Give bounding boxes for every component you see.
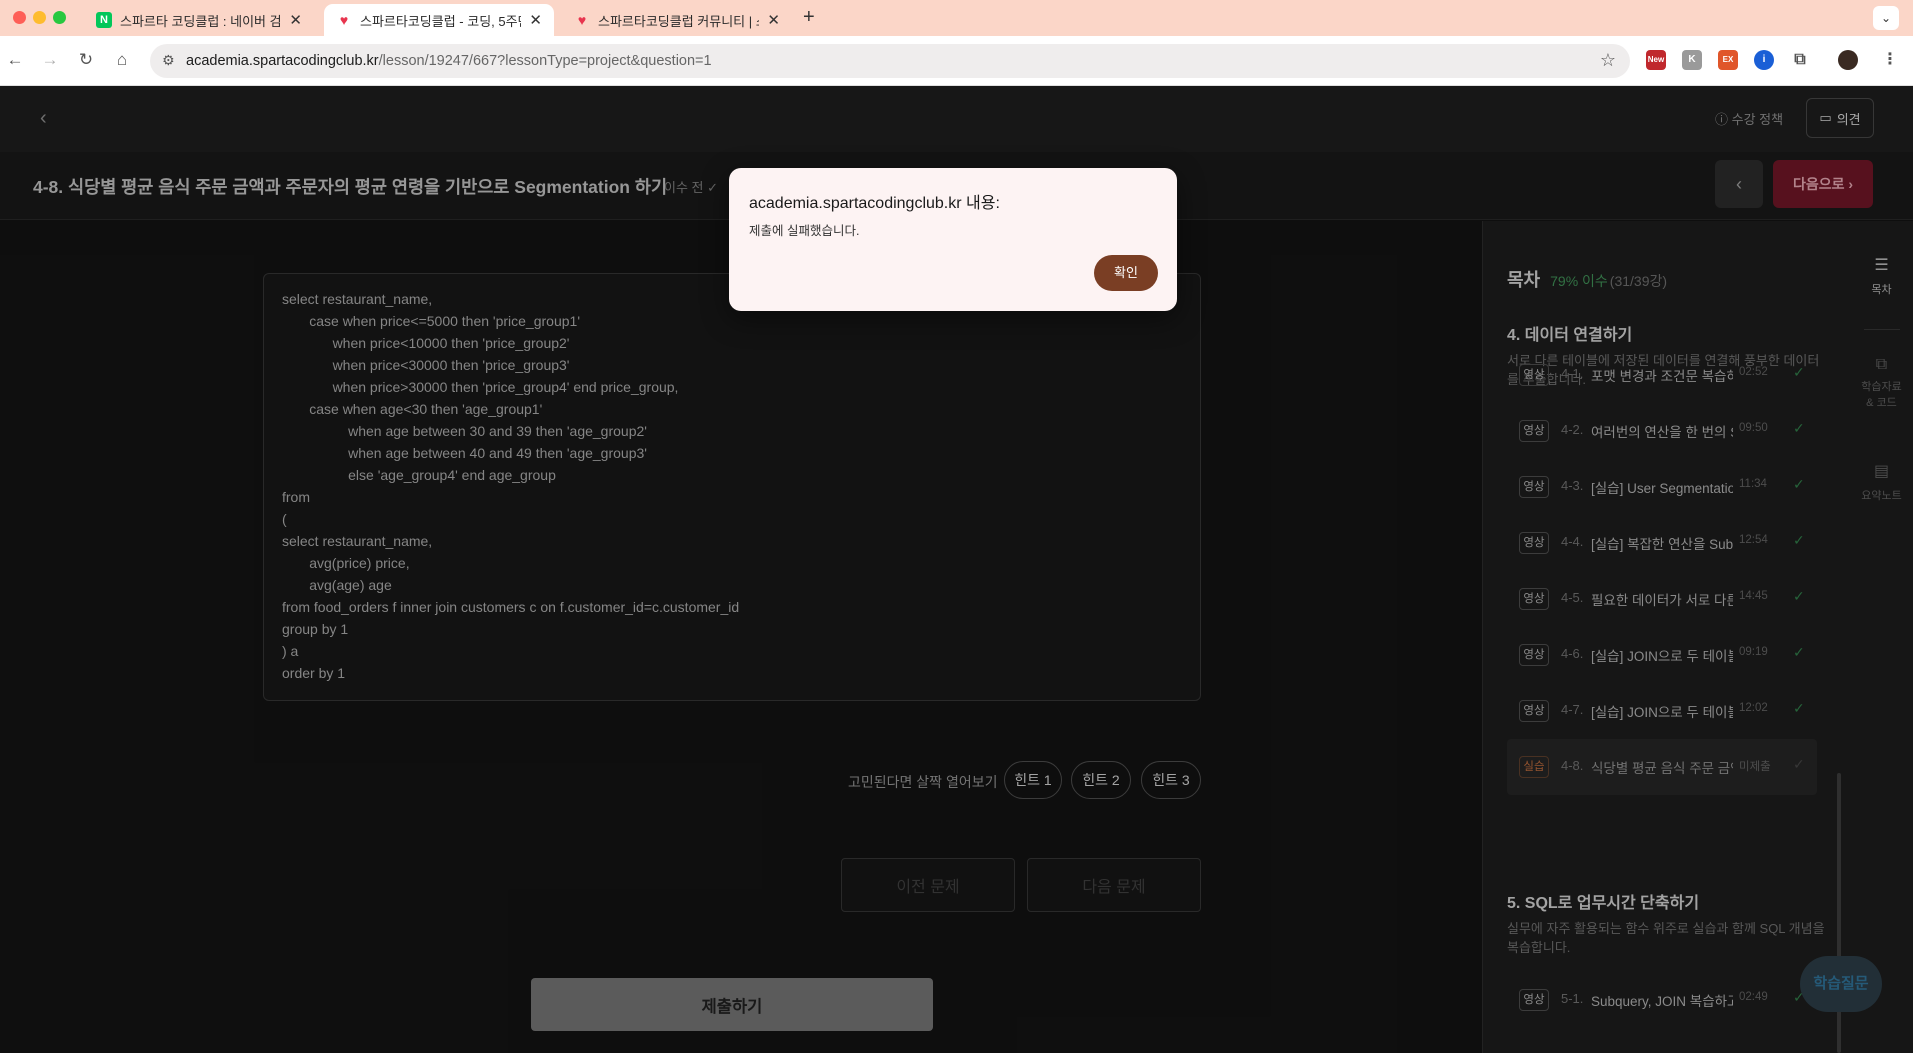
- address-bar[interactable]: ⚙ academia.spartacodingclub.kr/lesson/19…: [150, 44, 1630, 78]
- sparta-favicon-icon: ♥: [577, 12, 587, 28]
- tab-title: 스파르타 코딩클럽 : 네이버 검색: [120, 13, 282, 29]
- sparta-favicon-icon: ♥: [339, 12, 349, 28]
- extension-ex-icon[interactable]: EX: [1718, 50, 1738, 70]
- modal-overlay: academia.spartacodingclub.kr 내용: 제출에 실패했…: [0, 86, 1913, 1053]
- tab-sparta-community[interactable]: ♥ 스파르타코딩클럽 커뮤니티 | 스파르 ✕: [562, 4, 792, 36]
- close-tab-icon[interactable]: ✕: [767, 11, 780, 29]
- browser-tab-bar: N 스파르타 코딩클럽 : 네이버 검색 ✕ ♥ 스파르타코딩클럽 - 코딩, …: [0, 0, 1913, 36]
- minimize-window-icon[interactable]: [33, 11, 46, 24]
- extension-new-icon[interactable]: New: [1646, 50, 1666, 70]
- browser-menu-icon[interactable]: ⋮: [1880, 50, 1900, 70]
- tab-title: 스파르타코딩클럽 커뮤니티 | 스파르: [598, 13, 759, 29]
- dialog-title: academia.spartacodingclub.kr 내용:: [749, 195, 1000, 212]
- browser-toolbar: ← → ↻ ⌂ ⚙ academia.spartacodingclub.kr/l…: [0, 36, 1913, 86]
- site-settings-icon[interactable]: ⚙: [162, 52, 175, 69]
- tab-title: 스파르타코딩클럽 - 코딩, 5주만에: [360, 13, 521, 29]
- home-icon[interactable]: ⌂: [111, 50, 133, 70]
- confirm-button[interactable]: 확인: [1094, 255, 1158, 291]
- back-arrow-icon[interactable]: ←: [4, 50, 26, 70]
- tab-naver-search[interactable]: N 스파르타 코딩클럽 : 네이버 검색 ✕: [84, 4, 314, 36]
- close-tab-icon[interactable]: ✕: [529, 11, 542, 29]
- reload-icon[interactable]: ↻: [75, 50, 97, 70]
- bookmark-star-icon[interactable]: ☆: [1600, 50, 1616, 71]
- extension-shield-icon[interactable]: i: [1754, 50, 1774, 70]
- profile-avatar[interactable]: [1838, 50, 1858, 70]
- forward-arrow-icon[interactable]: →: [39, 50, 61, 70]
- tab-sparta-lesson[interactable]: ♥ 스파르타코딩클럽 - 코딩, 5주만에 ✕: [324, 4, 554, 36]
- new-tab-plus-icon[interactable]: +: [803, 6, 815, 29]
- dialog-message: 제출에 실패했습니다.: [749, 224, 860, 238]
- close-window-icon[interactable]: [13, 11, 26, 24]
- extension-k-icon[interactable]: K: [1682, 50, 1702, 70]
- extensions-puzzle-icon[interactable]: ⧉: [1790, 50, 1810, 70]
- url-text: academia.spartacodingclub.kr/lesson/1924…: [186, 53, 712, 69]
- close-tab-icon[interactable]: ✕: [289, 11, 302, 29]
- maximize-window-icon[interactable]: [53, 11, 66, 24]
- tab-search-chevron-icon[interactable]: ⌄: [1873, 6, 1899, 30]
- naver-favicon-icon: N: [96, 12, 112, 28]
- alert-dialog: academia.spartacodingclub.kr 내용: 제출에 실패했…: [729, 168, 1177, 311]
